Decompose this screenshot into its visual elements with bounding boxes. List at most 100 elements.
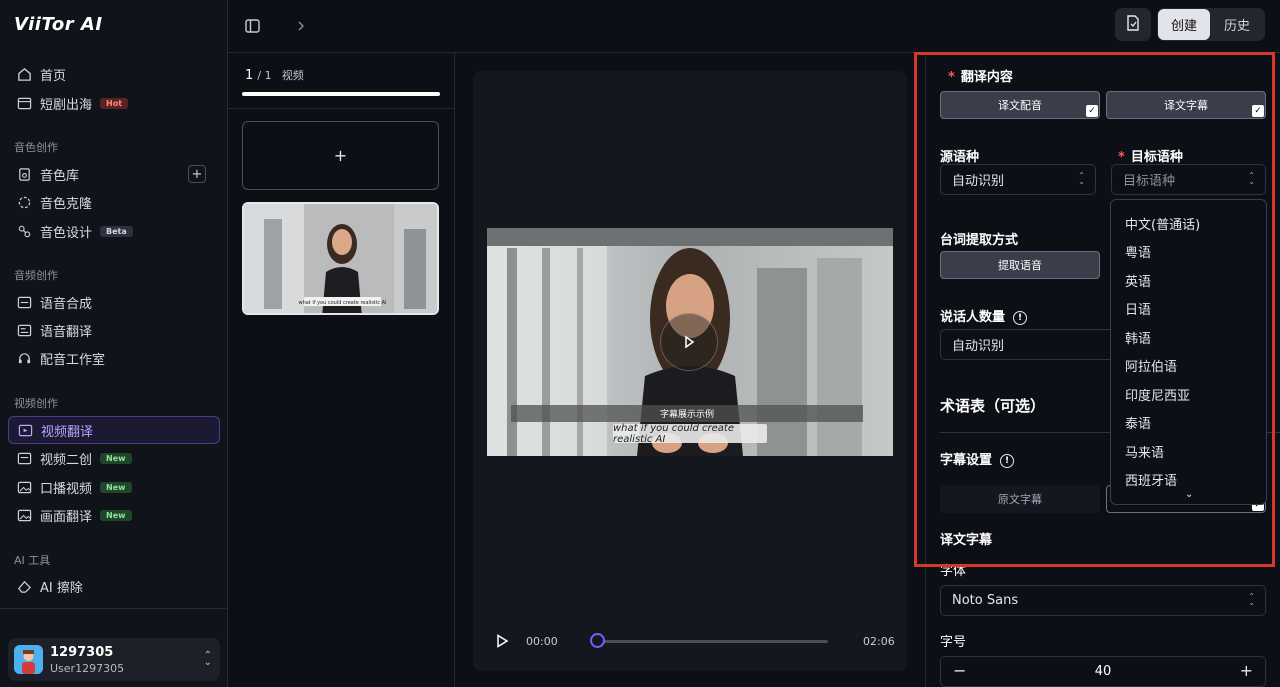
video-player: 字幕展示示例 what if you could create realisti… [473,71,907,671]
file-count-current: 1 [245,68,254,83]
dropdown-option[interactable]: 阿拉伯语 [1125,356,1177,375]
speaker-count-value: 自动识别 [952,339,1005,354]
speaker-count-label: 说话人数量! [940,306,1028,325]
source-lang-label: 源语种 [940,150,980,165]
section-video-title: 视频创作 [14,397,58,410]
clone-icon [16,194,32,210]
dropdown-option[interactable]: 中文(普通话) [1125,214,1200,233]
play-icon[interactable] [495,633,509,652]
translate-icon [16,322,32,338]
sidebar-item-talking-video[interactable]: 口播视频 New [8,473,220,501]
add-video-button[interactable]: + [242,121,439,190]
caption-demo-bar: 字幕展示示例 [511,405,863,422]
tab-history[interactable]: 历史 [1211,8,1263,41]
tab-create[interactable]: 创建 [1158,9,1210,40]
sidebar-item-label: 画面翻译 [40,509,93,525]
sidebar-item-label: 音色库 [40,168,80,184]
target-lang-select[interactable]: 目标语种 ⌃ ⌄ [1111,164,1266,195]
file-count-total: / 1 [257,69,272,82]
subtitle-preview: what if you could create realistic AI [613,423,767,445]
sidebar-item-label: AI 擦除 [40,580,83,596]
sidebar-divider [0,608,228,609]
sidebar-toggle-icon[interactable] [242,16,262,36]
dropdown-option[interactable]: 泰语 [1125,413,1151,432]
user-menu[interactable]: 1297305 User1297305 ⌃ ⌄ [8,638,220,681]
sidebar-item-label: 视频翻译 [41,424,94,440]
sidebar-item-dubbing-studio[interactable]: 配音工作室 [8,344,220,372]
user-name: 1297305 [50,645,114,660]
dropdown-option[interactable]: 韩语 [1125,328,1151,347]
original-subtitles-option[interactable]: 原文字幕 [940,485,1100,513]
seek-track[interactable] [597,640,828,643]
info-icon[interactable]: ! [1000,453,1015,468]
dropdown-option[interactable]: 西班牙语 [1125,470,1177,489]
sidebar-item-video-translate[interactable]: 视频翻译 [8,416,220,444]
file-list-panel: 1 / 1 视频 + what if you could create real… [228,53,455,687]
thumbnail-caption: what if you could create realistic AI [298,300,386,306]
video-thumbnail[interactable]: what if you could create realistic AI [242,202,439,315]
seek-handle[interactable] [590,633,605,648]
dropdown-option[interactable]: 马来语 [1125,442,1164,461]
sidebar-item-short-drama[interactable]: 短剧出海 Hot [8,89,220,117]
translated-subs-section-label: 译文字幕 [940,533,993,548]
sidebar-item-home[interactable]: 首页 [8,60,220,88]
source-lang-value: 自动识别 [952,174,1005,189]
checkbox-checked-icon[interactable]: ✓ [1086,105,1098,117]
font-select[interactable]: Noto Sans ⌃ ⌄ [940,585,1266,616]
add-voice-button[interactable]: + [188,165,206,183]
document-icon [1126,14,1140,35]
sidebar-item-video-remix[interactable]: 视频二创 New [8,444,220,472]
option-subs-label: 译文字幕 [1164,99,1208,112]
font-size-value[interactable]: 40 [941,664,1265,679]
extract-voice-option[interactable]: 提取语音 [940,251,1100,279]
headset-icon [16,350,32,366]
chevron-updown-icon: ⌃ ⌄ [203,650,212,668]
option-dub-label: 译文配音 [998,99,1042,112]
home-icon [16,66,32,82]
new-badge: New [100,509,132,521]
app-logo[interactable]: ViiTor AI [14,14,103,35]
sidebar-item-tts[interactable]: 语音合成 [8,288,220,316]
sidebar-item-voice-library[interactable]: 音色库 + [8,160,220,188]
chevron-right-icon[interactable] [291,16,311,36]
sidebar-item-ai-eraser[interactable]: AI 擦除 [8,572,220,600]
upload-progress-bar [242,92,440,96]
section-voice-title: 音色创作 [14,141,58,154]
translate-content-text: 翻译内容 [960,70,1013,85]
design-icon [16,223,32,239]
increment-button[interactable]: + [1240,661,1253,680]
chevron-down-icon[interactable]: ⌄ [1185,489,1193,500]
mode-switch: 创建 历史 [1157,8,1265,41]
font-size-label: 字号 [940,635,967,650]
source-lang-select[interactable]: 自动识别 ⌃ ⌄ [940,164,1096,195]
sidebar-item-speech-translate[interactable]: 语音翻译 [8,316,220,344]
option-translated-dubbing[interactable]: 译文配音 ✓ [940,91,1100,119]
target-lang-dropdown: 中文(普通话) 粤语 英语 日语 韩语 阿拉伯语 印度尼西亚 泰语 马来语 西班… [1110,199,1267,505]
video-remix-icon [16,450,32,466]
tts-icon [16,294,32,310]
checkbox-checked-icon[interactable]: ✓ [1252,105,1264,117]
video-frame[interactable]: 字幕展示示例 what if you could create realisti… [487,228,893,456]
image-icon [16,479,32,495]
speaker-count-text: 说话人数量 [940,310,1006,325]
dropdown-option[interactable]: 印度尼西亚 [1125,385,1190,404]
document-button[interactable] [1115,8,1151,41]
info-icon[interactable]: ! [1013,310,1028,325]
play-overlay-button[interactable] [660,313,718,371]
eraser-icon [16,578,32,594]
dropdown-option[interactable]: 英语 [1125,271,1151,290]
sidebar-item-image-translate[interactable]: 画面翻译 New [8,501,220,529]
option-translated-subtitles[interactable]: 译文字幕 ✓ [1106,91,1266,119]
sidebar-item-voice-design[interactable]: 音色设计 Beta [8,217,220,245]
time-current: 00:00 [526,635,558,648]
glossary-label[interactable]: 术语表（可选） [940,395,1045,416]
new-badge: New [100,481,132,493]
file-count: 1 / 1 视频 [245,67,304,83]
beta-badge: Beta [100,225,133,237]
section-ai-title: AI 工具 [14,554,51,567]
subtitle-settings-label: 字幕设置! [940,449,1015,468]
dropdown-option[interactable]: 日语 [1125,299,1151,318]
dropdown-option[interactable]: 粤语 [1125,242,1151,261]
sidebar-item-voice-clone[interactable]: 音色克隆 [8,188,220,216]
new-badge: New [100,452,132,464]
